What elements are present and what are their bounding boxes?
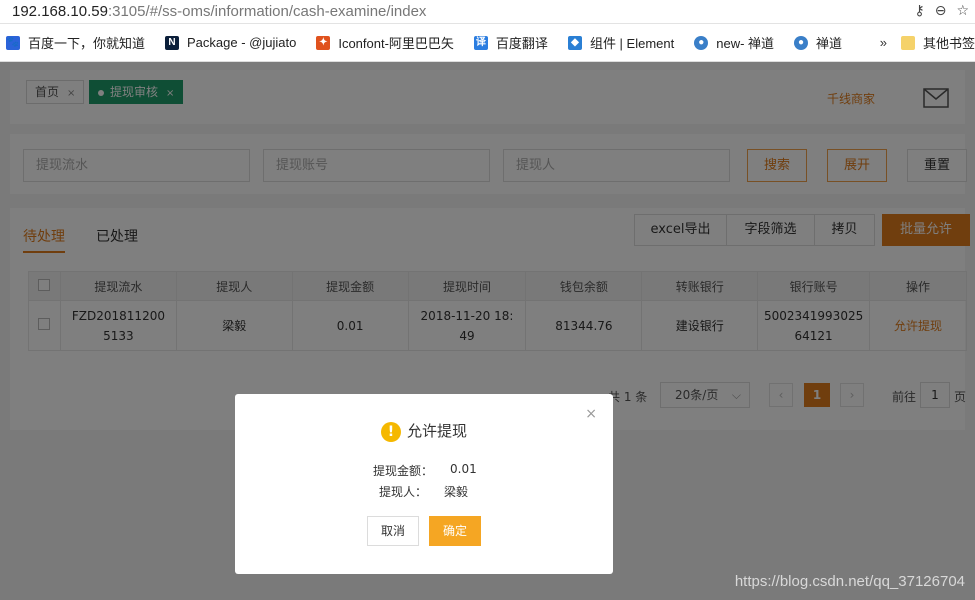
bookmark-label: new- 禅道 bbox=[716, 36, 775, 51]
bookmark-label: 百度一下，你就知道 bbox=[28, 36, 146, 51]
star-icon[interactable]: ☆ bbox=[956, 3, 969, 19]
translate-icon: 译 bbox=[473, 35, 488, 50]
person-label: 提现人： bbox=[378, 485, 427, 499]
confirm-button[interactable]: 确定 bbox=[429, 516, 481, 546]
watermark: https://blog.csdn.net/qq_37126704 bbox=[734, 573, 965, 590]
person-row: 提现人： 梁毅 bbox=[235, 483, 613, 501]
dialog-title: ! 允许提现 bbox=[235, 420, 613, 442]
element-icon: ◆ bbox=[567, 35, 582, 50]
confirm-dialog: × ! 允许提现 提现金额： 0.01 提现人： 梁毅 取消 确定 bbox=[235, 394, 613, 574]
zoom-icon[interactable]: ⊖ bbox=[935, 3, 947, 19]
bookmark-label: 组件 | Element bbox=[589, 36, 675, 51]
globe-icon: ● bbox=[794, 35, 809, 50]
url-host: 192.168.10.59 bbox=[12, 3, 108, 20]
warning-icon: ! bbox=[380, 421, 401, 442]
bookmark-chandao[interactable]: ● 禅道 bbox=[794, 33, 842, 52]
bookmark-label: Iconfont-阿里巴巴矢 bbox=[338, 36, 454, 51]
bookmark-label: Package - @jujiato bbox=[187, 35, 297, 50]
bookmark-new-chandao[interactable]: ● new- 禅道 bbox=[694, 33, 774, 52]
baidu-paw-icon: 🐾 bbox=[6, 35, 20, 50]
bookmark-label: 其他书签 bbox=[922, 36, 975, 51]
package-n-icon: N bbox=[165, 35, 180, 50]
address-bar[interactable]: 192.168.10.59:3105/#/ss-oms/information/… bbox=[0, 0, 975, 24]
folder-icon bbox=[900, 35, 915, 50]
bookmark-baidu[interactable]: 🐾 百度一下，你就知道 bbox=[6, 33, 145, 52]
globe-icon: ● bbox=[694, 35, 709, 50]
more-bookmarks-button[interactable]: » bbox=[880, 35, 887, 50]
amount-row: 提现金额： 0.01 bbox=[235, 462, 613, 480]
bookmarks-bar: 🐾 百度一下，你就知道 N Package - @jujiato ✦ Iconfont… bbox=[0, 24, 975, 62]
bookmark-iconfont[interactable]: ✦ Iconfont-阿里巴巴矢 bbox=[316, 33, 454, 52]
url-text[interactable]: 192.168.10.59:3105/#/ss-oms/information/… bbox=[0, 3, 426, 20]
url-path: :3105/#/ss-oms/information/cash-examine/… bbox=[107, 3, 427, 20]
amount-value: 0.01 bbox=[450, 462, 477, 476]
bookmark-element[interactable]: ◆ 组件 | Element bbox=[567, 33, 675, 52]
key-icon[interactable]: ⚷ bbox=[914, 3, 924, 19]
bookmark-label: 百度翻译 bbox=[495, 36, 548, 51]
dialog-title-text: 允许提现 bbox=[406, 422, 467, 440]
cancel-button[interactable]: 取消 bbox=[367, 516, 419, 546]
bookmark-fanyi[interactable]: 译百度翻译 bbox=[473, 33, 548, 52]
amount-label: 提现金额： bbox=[372, 464, 433, 478]
bookmark-package[interactable]: N Package - @jujiato bbox=[165, 35, 296, 50]
bookmark-label: 禅道 bbox=[816, 36, 843, 51]
iconfont-icon: ✦ bbox=[316, 35, 331, 50]
person-value: 梁毅 bbox=[444, 485, 469, 499]
bookmark-other[interactable]: 其他书签 bbox=[900, 33, 975, 52]
